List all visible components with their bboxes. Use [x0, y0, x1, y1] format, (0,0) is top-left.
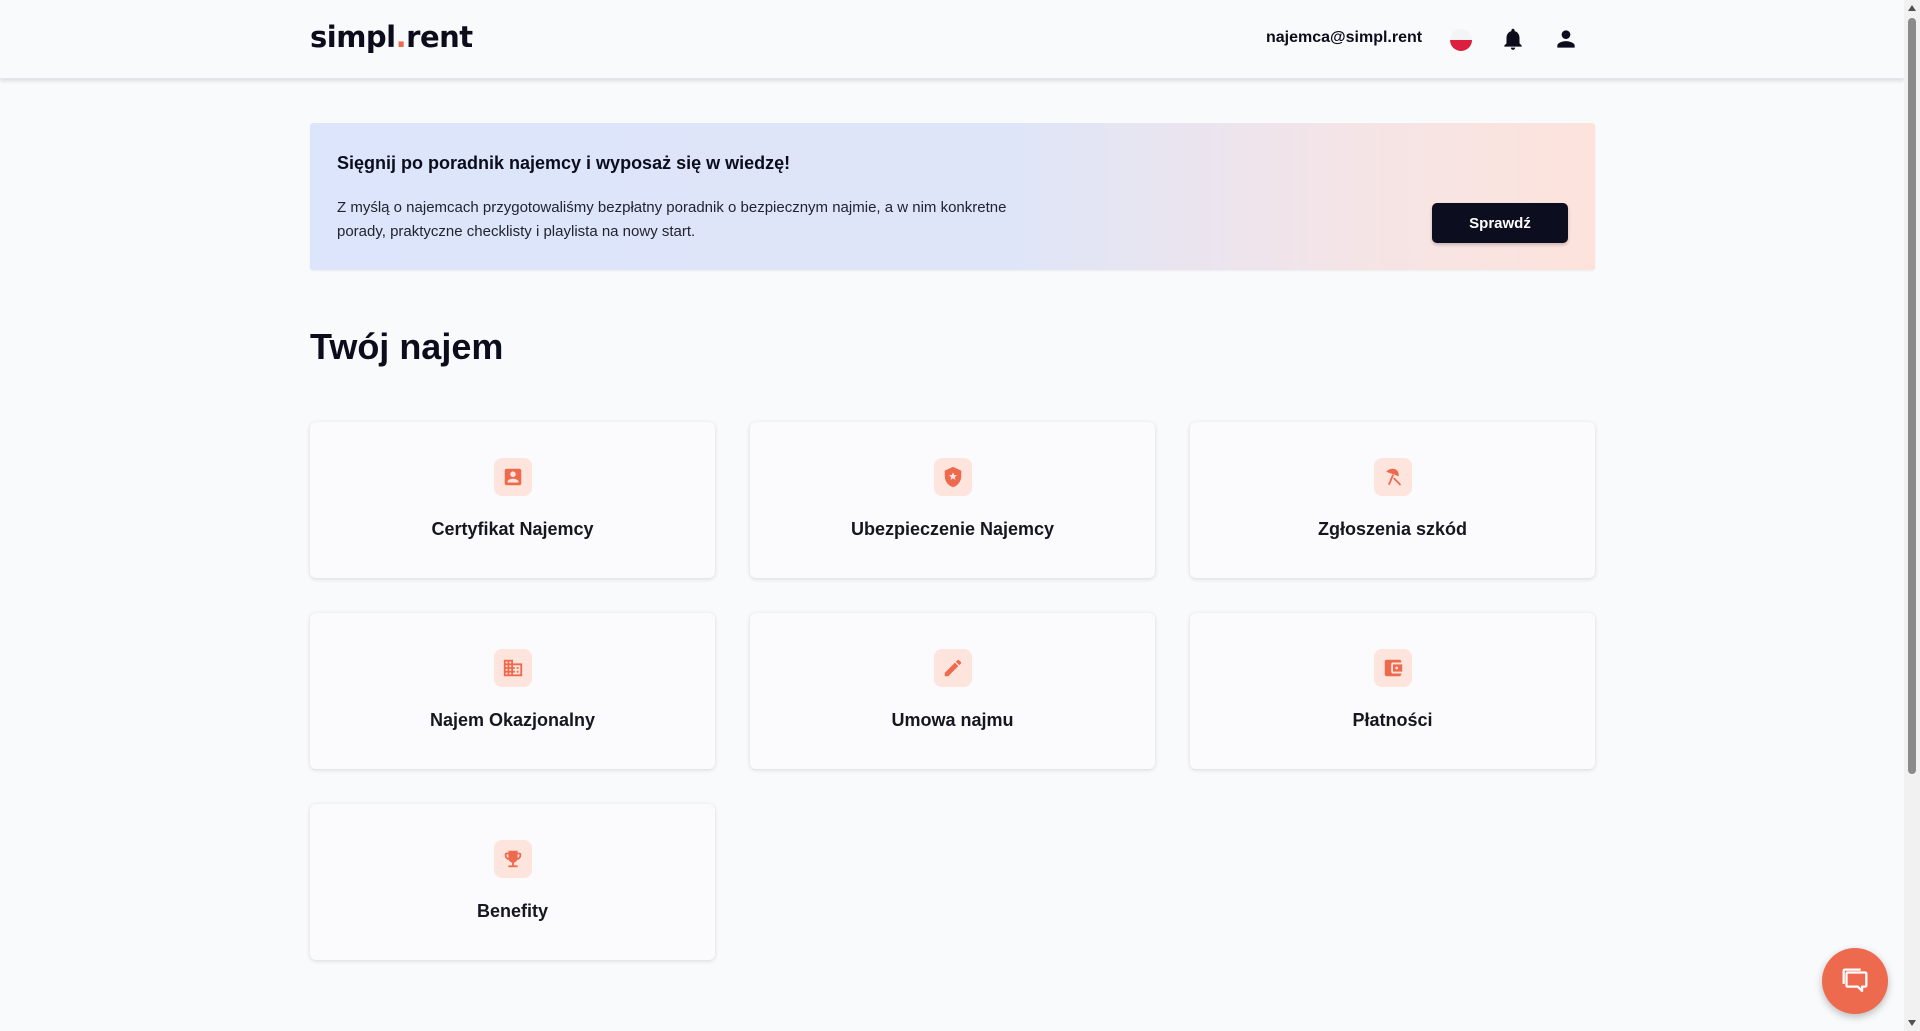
- banner-title: Sięgnij po poradnik najemcy i wyposaż si…: [337, 153, 791, 173]
- top-header: simpl.rent najemca@simpl.rent: [0, 0, 1904, 79]
- banner-text-line-1: Z myślą o najemcach przygotowaliśmy bezp…: [337, 199, 1007, 216]
- trophy-icon: [494, 840, 532, 878]
- tile-lease-agreement[interactable]: Umowa najmu: [750, 613, 1155, 769]
- tile-label: Ubezpieczenie Najemcy: [850, 519, 1055, 539]
- tile-occasional-lease[interactable]: Najem Okazjonalny: [310, 613, 715, 769]
- user-email[interactable]: najemca@simpl.rent: [1266, 29, 1422, 47]
- shield-star-icon: [934, 458, 972, 496]
- pl-flag-icon[interactable]: [1450, 29, 1472, 51]
- chat-button[interactable]: [1822, 948, 1888, 1014]
- page-scrollbar[interactable]: [1904, 0, 1920, 1031]
- tile-tenant-insurance[interactable]: Ubezpieczenie Najemcy: [750, 422, 1155, 578]
- check-guide-button[interactable]: Sprawdź: [1432, 203, 1568, 243]
- wallet-icon: [1374, 649, 1412, 687]
- badge-icon: [494, 458, 532, 496]
- logo[interactable]: simpl.rent: [310, 20, 473, 54]
- bell-icon[interactable]: [1500, 26, 1526, 52]
- tile-label: Płatności: [1352, 710, 1433, 730]
- building-icon: [494, 649, 532, 687]
- logo-text-rent: rent: [406, 20, 473, 54]
- tile-damage-claims[interactable]: Zgłoszenia szkód: [1190, 422, 1595, 578]
- guide-promo-banner: Sięgnij po poradnik najemcy i wyposaż si…: [310, 123, 1595, 270]
- tile-tenant-certificate[interactable]: Certyfikat Najemcy: [310, 422, 715, 578]
- tile-label: Zgłoszenia szkód: [1317, 519, 1468, 539]
- page-title: Twój najem: [310, 326, 504, 367]
- tile-label: Benefity: [476, 901, 548, 921]
- umbrella-icon: [1374, 458, 1412, 496]
- tile-label: Certyfikat Najemcy: [431, 519, 594, 539]
- tile-label: Umowa najmu: [891, 710, 1014, 730]
- banner-description: Z myślą o najemcach przygotowaliśmy bezp…: [337, 196, 1137, 244]
- tile-payments[interactable]: Płatności: [1190, 613, 1595, 769]
- user-account-icon[interactable]: [1553, 26, 1579, 52]
- scroll-down-arrow-icon[interactable]: [1908, 1020, 1916, 1026]
- chat-bubble-icon: [1842, 968, 1868, 993]
- tile-benefits[interactable]: Benefity: [310, 804, 715, 960]
- banner-text-line-2: porady, praktyczne checklisty i playlist…: [337, 223, 696, 240]
- logo-text-simpl: simpl: [310, 20, 396, 54]
- logo-dot: .: [395, 20, 407, 54]
- pencil-icon: [934, 649, 972, 687]
- scroll-up-arrow-icon[interactable]: [1908, 5, 1916, 11]
- tile-label: Najem Okazjonalny: [429, 710, 596, 730]
- scroll-thumb[interactable]: [1908, 18, 1916, 774]
